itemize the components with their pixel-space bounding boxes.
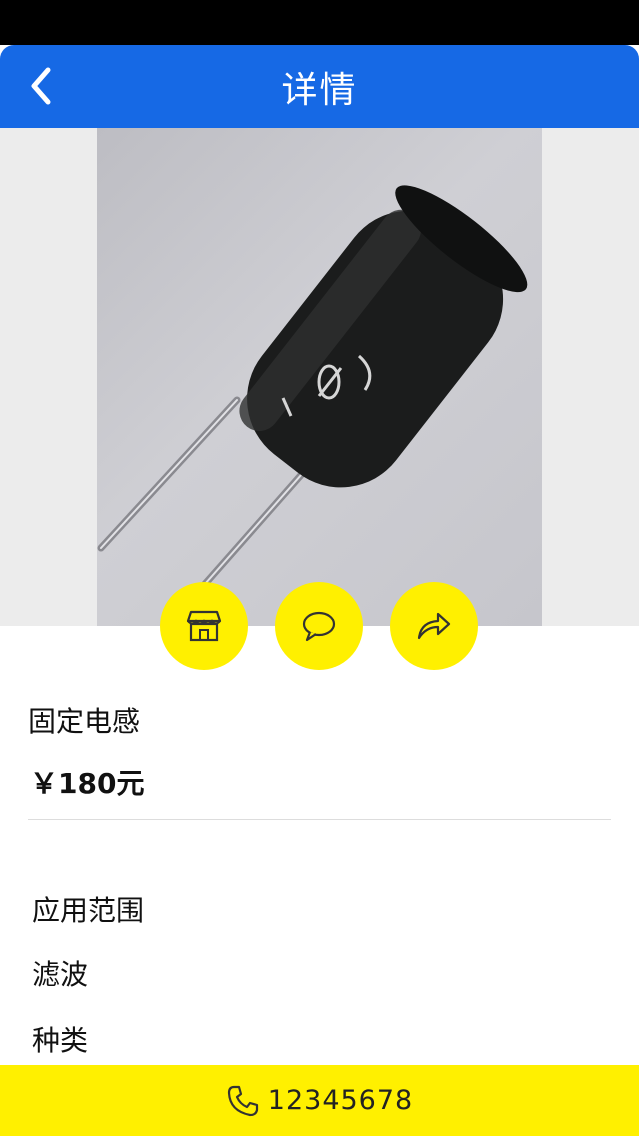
inductor-illustration	[97, 185, 528, 588]
header-bar: 详情	[0, 45, 639, 128]
share-button[interactable]	[390, 582, 478, 670]
divider	[28, 819, 611, 820]
phone-number: 12345678	[267, 1085, 414, 1116]
spec-value-application: 滤波	[32, 958, 89, 991]
store-icon	[186, 610, 222, 642]
page-title: 详情	[281, 69, 358, 111]
product-image-area	[0, 128, 639, 626]
spec-label-application: 应用范围	[32, 894, 145, 927]
call-button[interactable]: 12345678	[0, 1065, 639, 1136]
message-button[interactable]	[275, 582, 363, 670]
phone-icon	[227, 1085, 258, 1116]
product-price: ￥180元	[30, 767, 145, 800]
product-image	[97, 128, 542, 626]
store-button[interactable]	[160, 582, 248, 670]
spec-label-type: 种类	[32, 1024, 89, 1057]
share-arrow-icon	[417, 612, 451, 640]
status-bar	[0, 0, 639, 45]
product-name: 固定电感	[28, 705, 141, 738]
chat-bubble-icon	[302, 611, 336, 642]
